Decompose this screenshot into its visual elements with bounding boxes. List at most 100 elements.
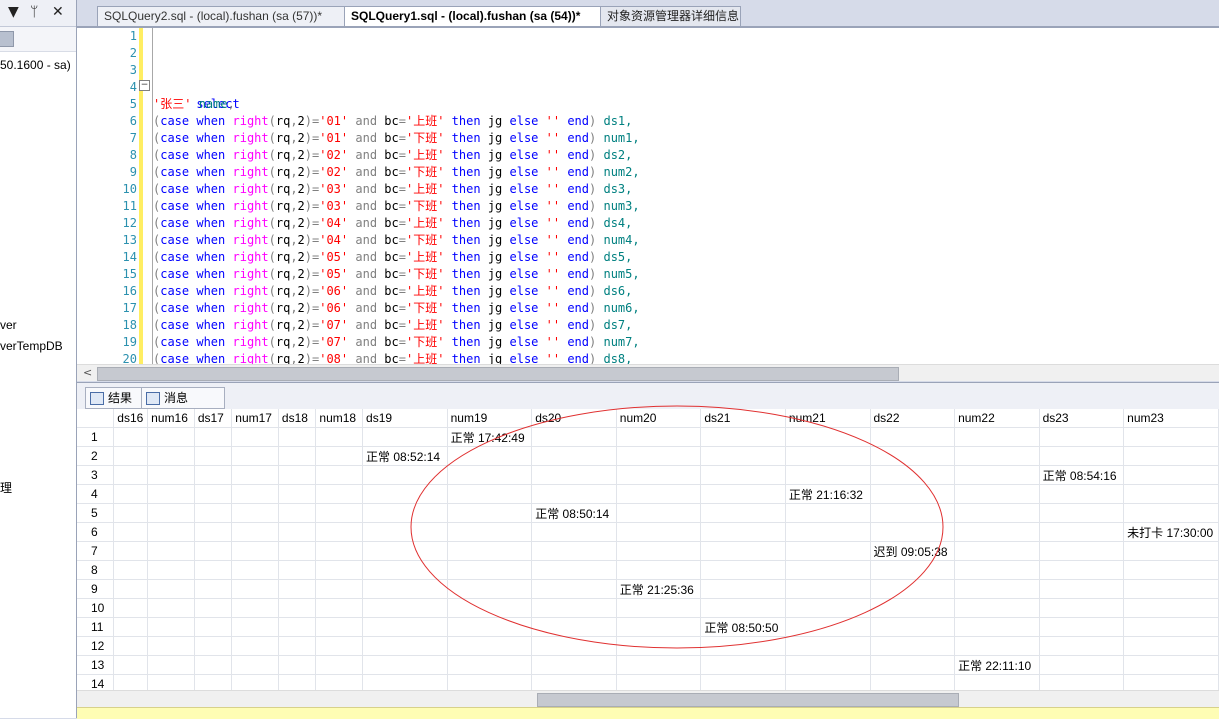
tree-item-ver[interactable]: ver xyxy=(0,318,17,332)
table-cell[interactable] xyxy=(231,674,279,690)
table-cell[interactable] xyxy=(113,503,149,523)
row-number[interactable]: 1 xyxy=(77,427,115,447)
table-cell[interactable] xyxy=(954,484,1040,504)
column-header[interactable]: num17 xyxy=(231,409,279,428)
table-cell[interactable] xyxy=(1039,655,1125,675)
results-grid[interactable]: ds16 num16 ds17 num17 ds18 num18 ds19 num19 ds20… xyxy=(77,409,1219,690)
column-header[interactable]: ds17 xyxy=(194,409,233,428)
row-number[interactable]: 11 xyxy=(77,617,115,637)
table-cell[interactable] xyxy=(194,579,233,599)
table-cell[interactable] xyxy=(113,427,149,447)
table-cell[interactable] xyxy=(447,617,533,637)
table-cell[interactable] xyxy=(1039,522,1125,542)
tree-item-vertempdb[interactable]: verTempDB xyxy=(0,339,63,353)
table-cell[interactable] xyxy=(231,579,279,599)
table-cell[interactable] xyxy=(113,484,149,504)
table-cell[interactable] xyxy=(954,503,1040,523)
table-cell[interactable] xyxy=(954,579,1040,599)
tab-sqlquery2[interactable]: SQLQuery2.sql - (local).fushan (sa (57))… xyxy=(97,6,349,26)
table-cell[interactable] xyxy=(147,617,195,637)
table-cell[interactable] xyxy=(531,484,617,504)
table-cell[interactable] xyxy=(147,427,195,447)
table-cell[interactable] xyxy=(616,427,702,447)
table-cell[interactable] xyxy=(700,484,786,504)
table-cell[interactable] xyxy=(870,560,956,580)
table-cell[interactable] xyxy=(113,598,149,618)
table-cell[interactable] xyxy=(278,598,317,618)
table-cell[interactable]: 迟到 09:05:38 xyxy=(870,541,956,561)
table-cell[interactable] xyxy=(1039,541,1125,561)
table-cell[interactable] xyxy=(531,655,617,675)
table-cell[interactable] xyxy=(315,465,364,485)
tree-item-management[interactable]: 理 xyxy=(0,479,12,496)
table-cell[interactable] xyxy=(785,617,871,637)
table-cell[interactable] xyxy=(785,465,871,485)
table-cell[interactable] xyxy=(194,503,233,523)
table-cell[interactable] xyxy=(194,636,233,656)
table-cell[interactable]: 正常 22:11:10 xyxy=(954,655,1040,675)
table-cell[interactable] xyxy=(315,598,364,618)
table-cell[interactable] xyxy=(785,674,871,690)
table-cell[interactable] xyxy=(194,674,233,690)
table-cell[interactable] xyxy=(231,465,279,485)
column-header[interactable]: ds18 xyxy=(278,409,317,428)
table-cell[interactable] xyxy=(147,446,195,466)
table-cell[interactable] xyxy=(315,427,364,447)
table-cell[interactable] xyxy=(954,560,1040,580)
table-cell[interactable] xyxy=(616,541,702,561)
table-cell[interactable] xyxy=(1039,598,1125,618)
table-cell[interactable] xyxy=(278,579,317,599)
table-cell[interactable] xyxy=(231,541,279,561)
table-cell[interactable] xyxy=(315,484,364,504)
table-cell[interactable] xyxy=(147,465,195,485)
column-header[interactable]: num18 xyxy=(315,409,364,428)
table-cell[interactable] xyxy=(700,427,786,447)
close-icon[interactable]: ✕ xyxy=(52,4,64,20)
table-cell[interactable] xyxy=(531,617,617,637)
table-cell[interactable] xyxy=(362,427,448,447)
table-cell[interactable] xyxy=(1039,617,1125,637)
row-number[interactable]: 5 xyxy=(77,503,115,523)
pin-icon[interactable]: ᛘ xyxy=(30,4,38,20)
table-cell[interactable] xyxy=(954,617,1040,637)
table-cell[interactable] xyxy=(315,560,364,580)
table-cell[interactable] xyxy=(113,617,149,637)
table-cell[interactable] xyxy=(785,446,871,466)
table-cell[interactable] xyxy=(1123,484,1219,504)
table-cell[interactable] xyxy=(1039,579,1125,599)
table-cell[interactable] xyxy=(231,598,279,618)
table-cell[interactable] xyxy=(700,446,786,466)
table-cell[interactable] xyxy=(1123,655,1219,675)
table-cell[interactable] xyxy=(954,522,1040,542)
table-cell[interactable] xyxy=(616,598,702,618)
table-cell[interactable] xyxy=(231,427,279,447)
table-cell[interactable] xyxy=(1123,598,1219,618)
table-cell[interactable] xyxy=(616,503,702,523)
table-cell[interactable] xyxy=(531,446,617,466)
column-header[interactable]: ds21 xyxy=(700,409,786,428)
table-cell[interactable] xyxy=(1123,674,1219,690)
table-cell[interactable] xyxy=(954,636,1040,656)
table-cell[interactable] xyxy=(194,427,233,447)
connect-icon[interactable] xyxy=(0,31,14,47)
table-cell[interactable] xyxy=(194,598,233,618)
table-cell[interactable] xyxy=(113,465,149,485)
table-cell[interactable] xyxy=(278,541,317,561)
tree-item-server[interactable]: 50.1600 - sa) xyxy=(0,58,71,72)
row-number[interactable]: 12 xyxy=(77,636,115,656)
tab-sqlquery1[interactable]: SQLQuery1.sql - (local).fushan (sa (54))… xyxy=(344,6,605,26)
table-cell[interactable] xyxy=(870,655,956,675)
table-cell[interactable] xyxy=(315,636,364,656)
table-cell[interactable] xyxy=(362,636,448,656)
table-cell[interactable] xyxy=(231,560,279,580)
table-cell[interactable] xyxy=(362,465,448,485)
table-cell[interactable] xyxy=(315,446,364,466)
table-cell[interactable] xyxy=(447,636,533,656)
table-cell[interactable] xyxy=(870,503,956,523)
table-cell[interactable] xyxy=(278,503,317,523)
table-cell[interactable] xyxy=(700,579,786,599)
table-cell[interactable] xyxy=(616,446,702,466)
table-cell[interactable] xyxy=(531,522,617,542)
code-area[interactable]: select '张三' name, (case when right(rq,2)… xyxy=(153,28,1213,364)
table-cell[interactable] xyxy=(362,579,448,599)
